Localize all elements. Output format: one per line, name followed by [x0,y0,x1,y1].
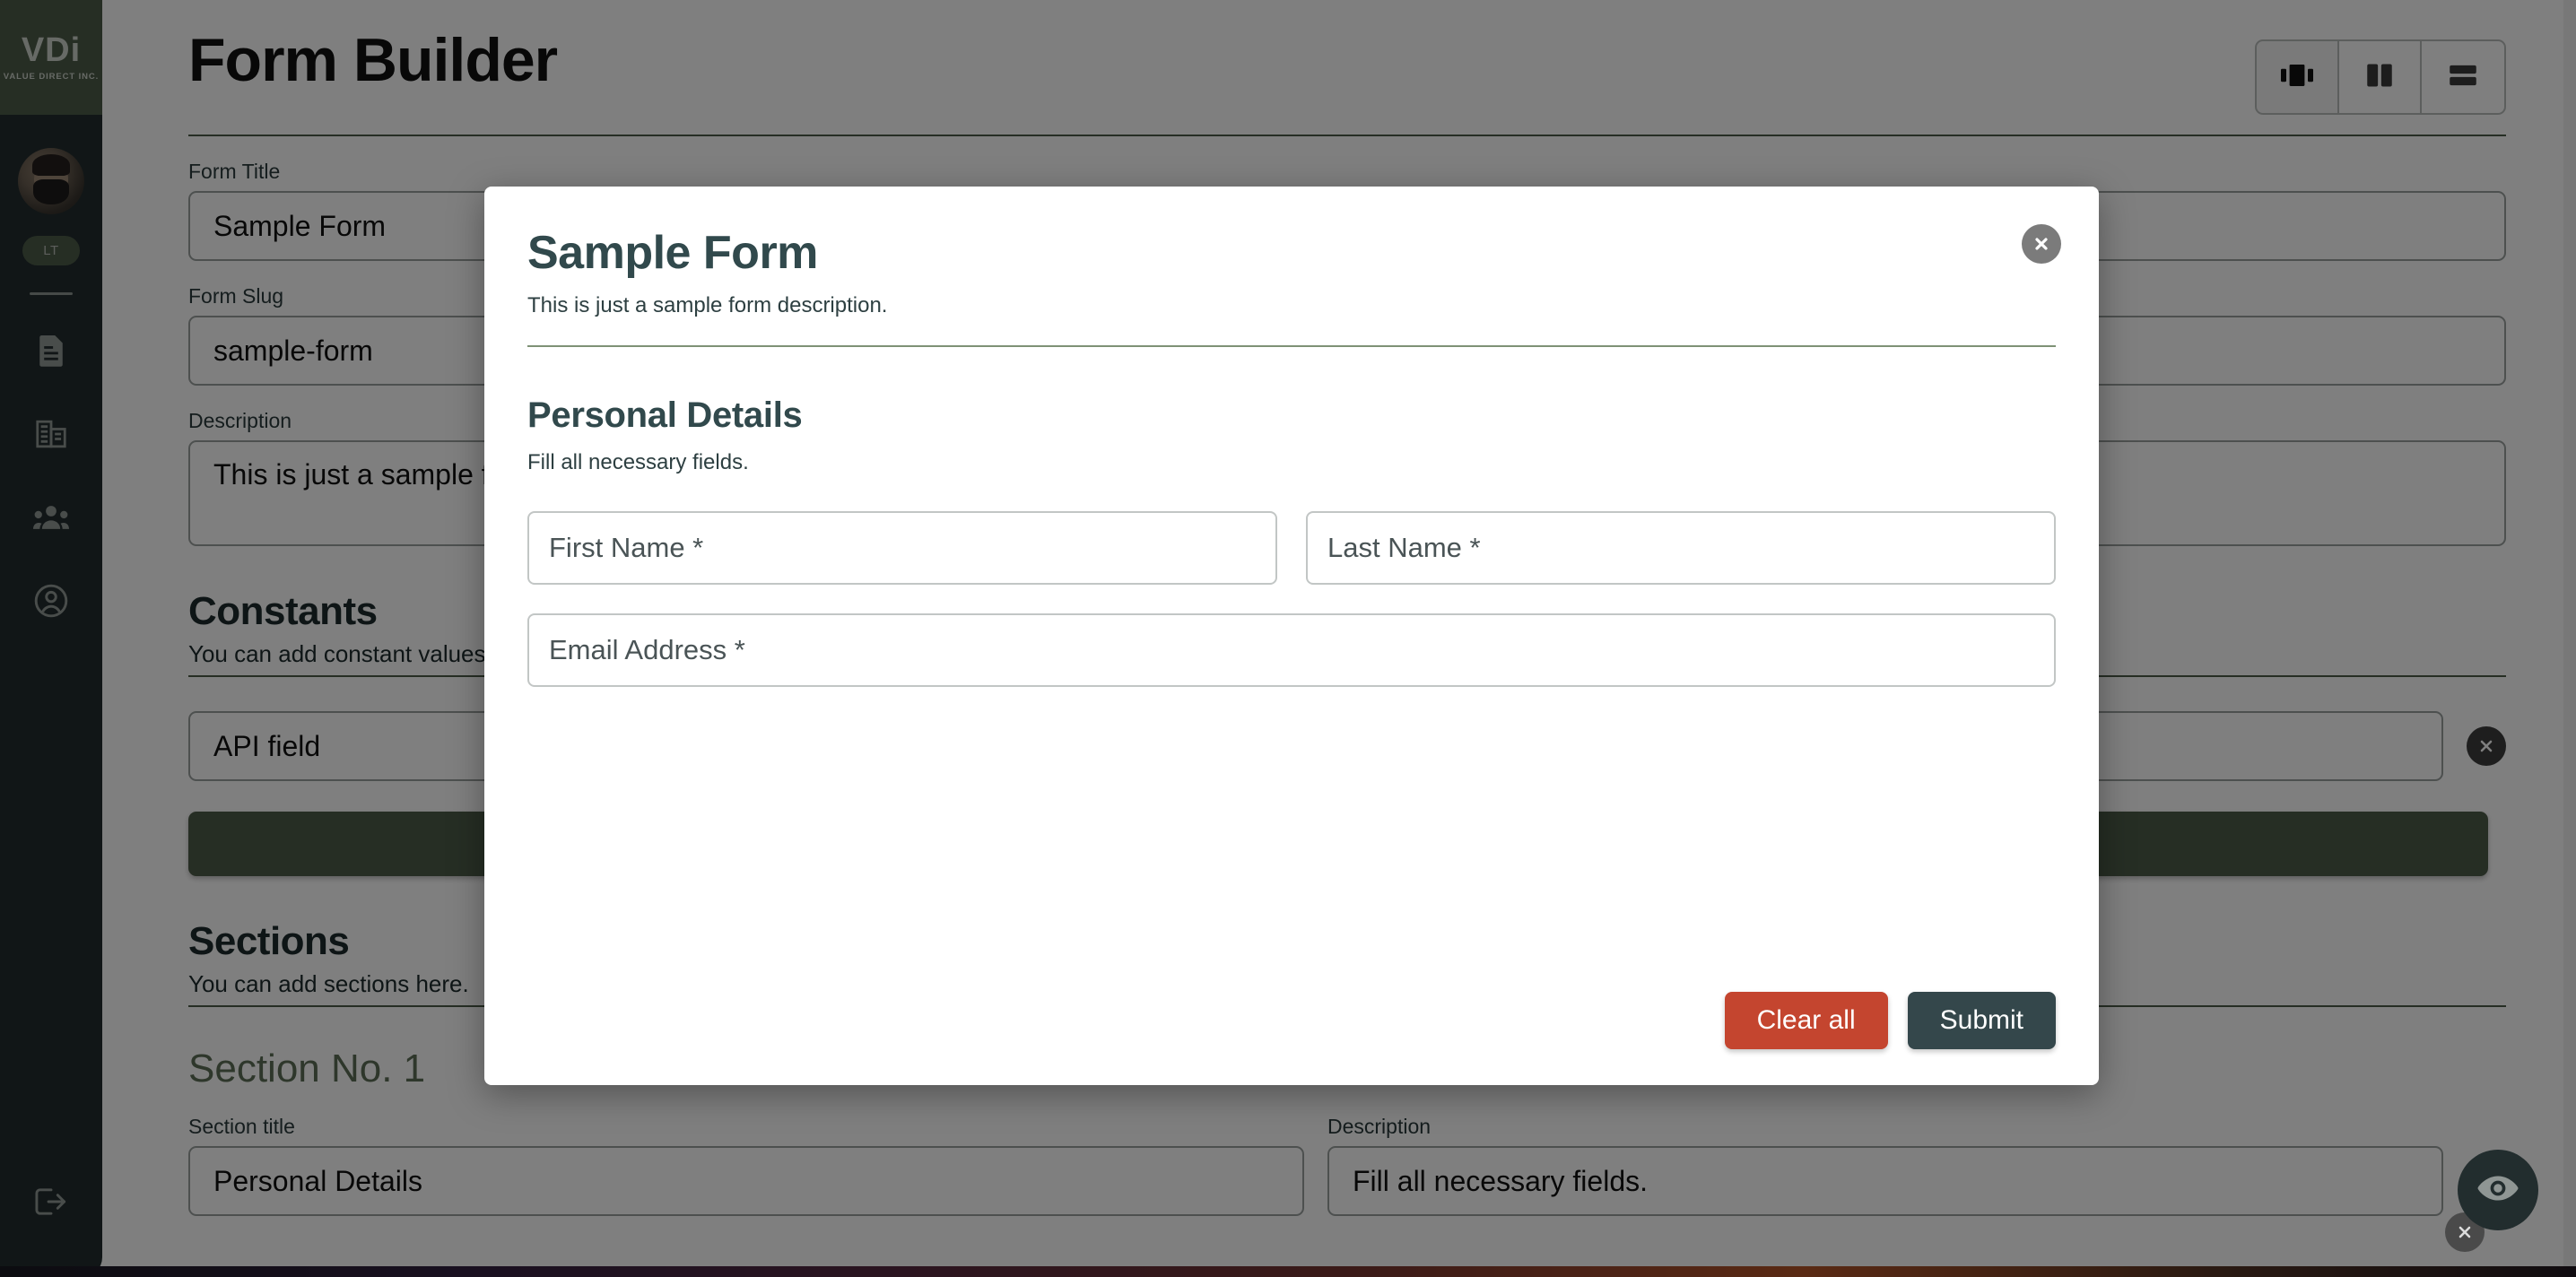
modal-field-group: First Name * Last Name * Email Address * [527,511,2056,716]
form-preview-modal: Sample Form This is just a sample form d… [484,187,2099,1085]
eye-icon [2477,1174,2519,1207]
modal-name-row: First Name * Last Name * [527,511,2056,585]
close-icon [2031,233,2052,255]
modal-actions: Clear all Submit [527,992,2056,1049]
close-icon [2456,1223,2474,1241]
first-name-input[interactable]: First Name * [527,511,1277,585]
modal-section-subtitle: Fill all necessary fields. [527,450,2056,475]
last-name-input[interactable]: Last Name * [1306,511,2056,585]
email-address-input[interactable]: Email Address * [527,613,2056,687]
desktop-taskbar [0,1266,2576,1277]
modal-email-row: Email Address * [527,613,2056,687]
modal-title: Sample Form [527,228,2056,279]
preview-fab-button[interactable] [2458,1150,2538,1230]
modal-section-title: Personal Details [527,395,2056,436]
submit-button[interactable]: Submit [1908,992,2056,1049]
modal-divider [527,345,2056,347]
modal-close-button[interactable] [2022,224,2061,264]
clear-all-button[interactable]: Clear all [1725,992,1888,1049]
app-root: VDi VALUE DIRECT INC. LT [0,0,2576,1277]
modal-description: This is just a sample form description. [527,293,2056,318]
